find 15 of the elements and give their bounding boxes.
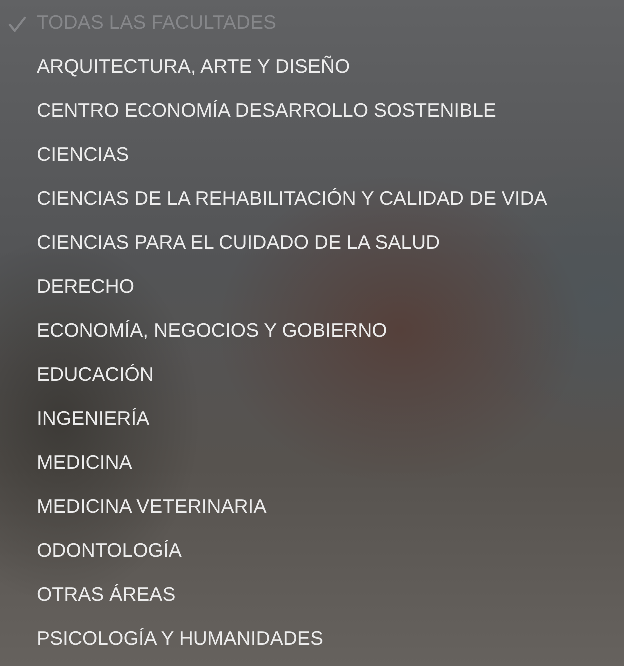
menu-item[interactable]: MEDICINA <box>0 441 624 485</box>
menu-item[interactable]: DERECHO <box>0 265 624 309</box>
menu-item[interactable]: MEDICINA VETERINARIA <box>0 485 624 529</box>
menu-item[interactable]: ODONTOLOGÍA <box>0 529 624 573</box>
menu-item[interactable]: ECONOMÍA, NEGOCIOS Y GOBIERNO <box>0 309 624 353</box>
menu-item[interactable]: ARQUITECTURA, ARTE Y DISEÑO <box>0 45 624 89</box>
menu-item[interactable]: PSICOLOGÍA Y HUMANIDADES <box>0 617 624 661</box>
menu-item[interactable]: EDUCACIÓN <box>0 353 624 397</box>
menu-item[interactable]: OTRAS ÁREAS <box>0 573 624 617</box>
menu-item[interactable]: CENTRO ECONOMÍA DESARROLLO SOSTENIBLE <box>0 89 624 133</box>
menu-item[interactable]: CIENCIAS <box>0 133 624 177</box>
checkmark-icon <box>8 16 28 34</box>
menu-item[interactable]: CIENCIAS DE LA REHABILITACIÓN Y CALIDAD DE VIDA <box>0 177 624 221</box>
menu-item[interactable]: CIENCIAS PARA EL CUIDADO DE LA SALUD <box>0 221 624 265</box>
menu-item[interactable]: INGENIERÍA <box>0 397 624 441</box>
